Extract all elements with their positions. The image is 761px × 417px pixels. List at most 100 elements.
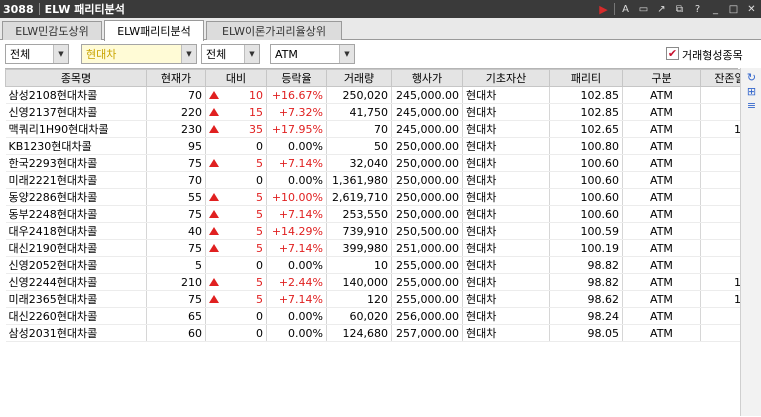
table-row[interactable]: KB1230현대차콜 95 0 0.00% 50 250,000.00 현대차 100.80 A…	[5, 137, 759, 155]
change-value: 5	[256, 190, 263, 204]
table-row[interactable]: 신영2052현대차콜 5 0 0.00% 10 255,000.00 현대차 98.82 ATM…	[5, 256, 759, 274]
column-header-rate[interactable]: 등락율	[266, 69, 327, 87]
type-select[interactable]: 전체 ▼	[201, 44, 260, 64]
table-row[interactable]: 한국2293현대차콜 75 5 +7.14% 32,040 250,000.00 현대차 10…	[5, 154, 759, 172]
tab-elw-parity[interactable]: ELW패리티분석	[104, 20, 204, 41]
column-header-strike[interactable]: 행사가	[391, 69, 463, 87]
window-title: ELW 패리티분석	[44, 3, 125, 16]
traded-only-checkbox[interactable]: ✔	[666, 47, 679, 60]
column-header-parity[interactable]: 패리티	[549, 69, 623, 87]
cell-volume: 60,020	[326, 307, 392, 325]
underlying-select[interactable]: 현대차 ▼	[81, 44, 197, 64]
chevron-down-icon[interactable]: ▼	[339, 45, 354, 63]
up-arrow-icon	[209, 108, 219, 116]
screen-link-icon[interactable]: ▭	[636, 2, 651, 16]
close-icon[interactable]: ✕	[744, 2, 759, 16]
cell-underlying: 현대차	[462, 222, 550, 240]
column-header-volume[interactable]: 거래량	[326, 69, 392, 87]
table-row[interactable]: 대신2190현대차콜 75 5 +7.14% 399,980 251,000.00 현대차 1…	[5, 239, 759, 257]
table-row[interactable]: 동부2248현대차콜 75 5 +7.14% 253,550 250,000.00 현대차 1…	[5, 205, 759, 223]
chevron-down-icon[interactable]: ▼	[181, 45, 196, 63]
change-value: 5	[256, 241, 263, 255]
cell-volume: 250,020	[326, 86, 392, 104]
cell-volume: 10	[326, 256, 392, 274]
help-icon[interactable]: ?	[690, 2, 705, 16]
up-arrow-icon	[209, 159, 219, 167]
cell-change: 5	[205, 290, 267, 308]
cell-price: 5	[146, 256, 206, 274]
table-row[interactable]: 대우2418현대차콜 40 5 +14.29% 739,910 250,500.00 현대차…	[5, 222, 759, 240]
table-row[interactable]: 삼성2031현대차콜 60 0 0.00% 124,680 257,000.00 현대차 98…	[5, 324, 759, 342]
column-header-class[interactable]: 구분	[622, 69, 701, 87]
cell-underlying: 현대차	[462, 103, 550, 121]
settings-down-icon[interactable]: ≡	[744, 99, 759, 112]
table-row[interactable]: 미래2221현대차콜 70 0 0.00% 1,361,980 250,000.00 현대차…	[5, 171, 759, 189]
cell-strike: 255,000.00	[391, 290, 463, 308]
cell-name: 동양2286현대차콜	[5, 188, 147, 206]
play-icon[interactable]: ▶	[596, 2, 611, 16]
cell-price: 75	[146, 205, 206, 223]
cell-change: 5	[205, 222, 267, 240]
table-row[interactable]: 미래2365현대차콜 75 5 +7.14% 120 255,000.00 현대차 98.62…	[5, 290, 759, 308]
cell-change: 0	[205, 256, 267, 274]
cell-class: ATM	[622, 324, 701, 342]
add-icon[interactable]: ⊞	[744, 85, 759, 98]
cell-underlying: 현대차	[462, 86, 550, 104]
change-value: 5	[256, 292, 263, 306]
table-row[interactable]: 동양2286현대차콜 55 5 +10.00% 2,619,710 250,000.00 현…	[5, 188, 759, 206]
minimize-icon[interactable]: _	[708, 2, 723, 16]
change-value: 5	[256, 207, 263, 221]
table-row[interactable]: 신영2137현대차콜 220 15 +7.32% 41,750 245,000.00 현대차…	[5, 103, 759, 121]
parity-table: 종목명 현재가 대비 등락율 거래량 행사가 기초자산 패리티 구분 잔존일 삼…	[5, 68, 759, 416]
moneyness-select[interactable]: ATM ▼	[270, 44, 355, 64]
change-value: 0	[256, 258, 263, 272]
column-header-change[interactable]: 대비	[205, 69, 267, 87]
maximize-icon[interactable]: □	[726, 2, 741, 16]
tab-elw-theoretical-gap[interactable]: ELW이론가괴리율상위	[206, 21, 342, 40]
cell-parity: 98.62	[549, 290, 623, 308]
column-header-name[interactable]: 종목명	[5, 69, 147, 87]
cell-price: 70	[146, 86, 206, 104]
cell-volume: 32,040	[326, 154, 392, 172]
column-header-price[interactable]: 현재가	[146, 69, 206, 87]
cell-rate: +16.67%	[266, 86, 327, 104]
cell-name: 신영2244현대차콜	[5, 273, 147, 291]
type-select-value: 전체	[206, 48, 227, 61]
cell-strike: 245,000.00	[391, 120, 463, 138]
cell-name: 미래2221현대차콜	[5, 171, 147, 189]
table-row[interactable]: 대신2260현대차콜 65 0 0.00% 60,020 256,000.00 현대차 98.…	[5, 307, 759, 325]
change-value: 0	[256, 139, 263, 153]
cell-parity: 100.60	[549, 171, 623, 189]
cell-strike: 255,000.00	[391, 256, 463, 274]
title-divider	[38, 3, 40, 15]
cell-class: ATM	[622, 290, 701, 308]
cell-volume: 2,619,710	[326, 188, 392, 206]
moneyness-select-value: ATM	[275, 47, 298, 61]
table-row[interactable]: 삼성2108현대차콜 70 10 +16.67% 250,020 245,000.00 현대…	[5, 86, 759, 104]
new-window-icon[interactable]: ⧉	[672, 2, 687, 16]
cell-price: 65	[146, 307, 206, 325]
cell-parity: 100.60	[549, 188, 623, 206]
tab-elw-sensitivity[interactable]: ELW민감도상위	[2, 21, 102, 40]
cell-parity: 100.80	[549, 137, 623, 155]
cell-price: 75	[146, 154, 206, 172]
table-row[interactable]: 맥쿼리1H90현대차콜 230 35 +17.95% 70 245,000.00 현대차 10…	[5, 120, 759, 138]
cell-parity: 98.24	[549, 307, 623, 325]
chevron-down-icon[interactable]: ▼	[244, 45, 259, 63]
traded-only-label[interactable]: 거래형성종목	[682, 47, 743, 63]
chevron-down-icon[interactable]: ▼	[53, 45, 68, 63]
export-icon[interactable]: ↗	[654, 2, 669, 16]
cell-class: ATM	[622, 188, 701, 206]
refresh-icon[interactable]: ↻	[744, 71, 759, 84]
cell-underlying: 현대차	[462, 324, 550, 342]
filter-bar: 전체 ▼ 현대차 ▼ 전체 ▼ ATM ▼ ✔ 거래형성종목	[0, 41, 761, 67]
cell-rate: +7.32%	[266, 103, 327, 121]
table-row[interactable]: 신영2244현대차콜 210 5 +2.44% 140,000 255,000.00 현대차…	[5, 273, 759, 291]
cell-volume: 124,680	[326, 324, 392, 342]
text-size-icon[interactable]: A	[618, 2, 633, 16]
up-arrow-icon	[209, 125, 219, 133]
cell-underlying: 현대차	[462, 307, 550, 325]
column-header-underlying[interactable]: 기초자산	[462, 69, 550, 87]
cell-change: 0	[205, 324, 267, 342]
issuer-select[interactable]: 전체 ▼	[5, 44, 69, 64]
